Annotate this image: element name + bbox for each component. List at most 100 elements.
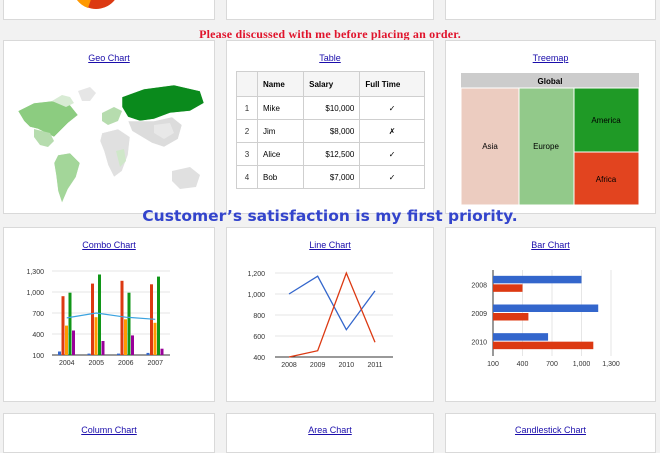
combo-chart-link[interactable]: Combo Chart (4, 240, 214, 250)
table-row[interactable]: 3 Alice $12,500 ✓ (236, 142, 425, 166)
combo-bar (61, 296, 65, 355)
area-chart-link[interactable]: Area Chart (227, 425, 433, 435)
combo-bar (101, 341, 105, 355)
priority-banner: Customer’s satisfaction is my first prio… (142, 207, 518, 225)
bar-ytick-label: 2009 (471, 311, 487, 318)
table-header-row: Name Salary Full Time (236, 71, 425, 97)
line-xtick-label: 2008 (281, 362, 297, 369)
card-combo-chart: Combo Chart 1,300 1,000 700 400 100 2004 2005 2… (3, 227, 215, 402)
row-salary: $10,000 (303, 96, 361, 120)
combo-xtick-label: 2005 (88, 360, 104, 367)
card-table: Table Name Salary Full Time 1 Mike $10,0… (226, 40, 434, 214)
bar-chart: 100 400 700 1,000 1,300 2008 2009 2010 (471, 270, 620, 368)
line-ytick-label: 1,000 (247, 292, 265, 299)
combo-chart: 1,300 1,000 700 400 100 2004 2005 2006 2007 (26, 269, 170, 367)
card-candlestick-chart: Candlestick Chart (445, 413, 656, 453)
combo-bar (68, 292, 72, 355)
treemap-chart: Global Asia Europe America Africa (460, 73, 640, 206)
line-xtick-label: 2009 (310, 362, 326, 369)
row-index: 1 (236, 96, 258, 120)
combo-ytick-label: 700 (32, 311, 44, 318)
bar-xtick-label: 1,300 (602, 361, 620, 368)
bar-xtick-label: 700 (546, 361, 558, 368)
combo-bar (117, 353, 120, 355)
table-link[interactable]: Table (227, 53, 433, 63)
treemap-label-asia: Asia (482, 142, 498, 151)
table-header-name[interactable]: Name (256, 71, 305, 97)
row-full-time: ✗ (359, 119, 425, 143)
combo-bar (58, 351, 61, 355)
combo-xtick-label: 2006 (118, 360, 134, 367)
treemap-label-america: America (591, 116, 621, 125)
bar-rect (493, 275, 582, 284)
combo-ytick-label: 100 (32, 353, 44, 360)
table-row[interactable]: 2 Jim $8,000 ✗ (236, 119, 425, 143)
combo-bar (124, 319, 127, 355)
row-salary: $12,500 (303, 142, 361, 166)
bar-rect (493, 284, 523, 292)
card-area-chart: Area Chart (226, 413, 434, 453)
salary-table: Name Salary Full Time 1 Mike $10,000 ✓ 2… (236, 71, 425, 189)
combo-bar (72, 330, 75, 355)
table-header-index[interactable] (236, 71, 258, 97)
card-top-right (445, 0, 656, 20)
line-ytick-label: 1,200 (247, 271, 265, 278)
card-top-middle (226, 0, 434, 20)
row-name: Bob (256, 165, 305, 189)
geo-chart-map (17, 84, 205, 204)
bar-rect (493, 341, 594, 350)
column-chart-link[interactable]: Column Chart (4, 425, 214, 435)
geo-chart-link[interactable]: Geo Chart (4, 53, 214, 63)
bar-rect (493, 333, 549, 341)
table-header-salary[interactable]: Salary (303, 71, 361, 97)
line-ytick-label: 600 (253, 334, 265, 341)
row-full-time: ✓ (359, 96, 425, 120)
combo-xtick-label: 2004 (59, 360, 75, 367)
combo-bar (87, 353, 91, 355)
treemap-root-label: Global (538, 77, 563, 86)
combo-xtick-label: 2007 (147, 360, 163, 367)
pie-chart-partial (77, 0, 115, 9)
combo-bar (98, 274, 101, 355)
combo-bar (153, 322, 157, 355)
line-chart: 1,200 1,000 800 600 400 2008 2009 2010 2011 (247, 271, 393, 369)
bar-rect (493, 304, 599, 312)
bar-rect (493, 313, 529, 321)
combo-ytick-label: 1,000 (26, 290, 44, 297)
combo-bar (131, 335, 134, 355)
card-bar-chart: Bar Chart 100 400 700 1,000 1,300 2008 2009 201… (445, 227, 656, 402)
line-xtick-label: 2011 (367, 362, 382, 369)
bar-xtick-label: 1,000 (573, 361, 591, 368)
combo-bar (65, 325, 68, 355)
combo-bar (94, 317, 98, 355)
bar-xtick-label: 100 (487, 361, 499, 368)
row-index: 2 (236, 119, 258, 143)
card-line-chart: Line Chart 1,200 1,000 800 600 400 2008 2009 20… (226, 227, 434, 402)
combo-bar (91, 283, 94, 355)
table-row[interactable]: 1 Mike $10,000 ✓ (236, 96, 425, 120)
card-geo-chart: Geo Chart (3, 40, 215, 214)
line-chart-link[interactable]: Line Chart (227, 240, 433, 250)
table-row[interactable]: 4 Bob $7,000 ✓ (236, 165, 425, 189)
treemap-link[interactable]: Treemap (446, 53, 655, 63)
table-header-full-time[interactable]: Full Time (359, 71, 425, 97)
row-name: Mike (256, 96, 305, 120)
bar-chart-link[interactable]: Bar Chart (446, 240, 655, 250)
row-name: Alice (256, 142, 305, 166)
row-index: 4 (236, 165, 258, 189)
bar-ytick-label: 2008 (471, 282, 487, 289)
card-treemap: Treemap Global Asia Europe America Afric… (445, 40, 656, 214)
row-index: 3 (236, 142, 258, 166)
treemap-label-africa: Africa (596, 175, 617, 184)
card-top-left (3, 0, 215, 20)
row-name: Jim (256, 119, 305, 143)
combo-bar (160, 348, 164, 355)
combo-bar (120, 280, 124, 355)
candlestick-chart-link[interactable]: Candlestick Chart (446, 425, 655, 435)
line-ytick-label: 400 (253, 355, 265, 362)
combo-ytick-label: 400 (32, 332, 44, 339)
combo-bar (146, 352, 150, 355)
row-salary: $8,000 (303, 119, 361, 143)
line-ytick-label: 800 (253, 313, 265, 320)
line-series (288, 275, 376, 331)
